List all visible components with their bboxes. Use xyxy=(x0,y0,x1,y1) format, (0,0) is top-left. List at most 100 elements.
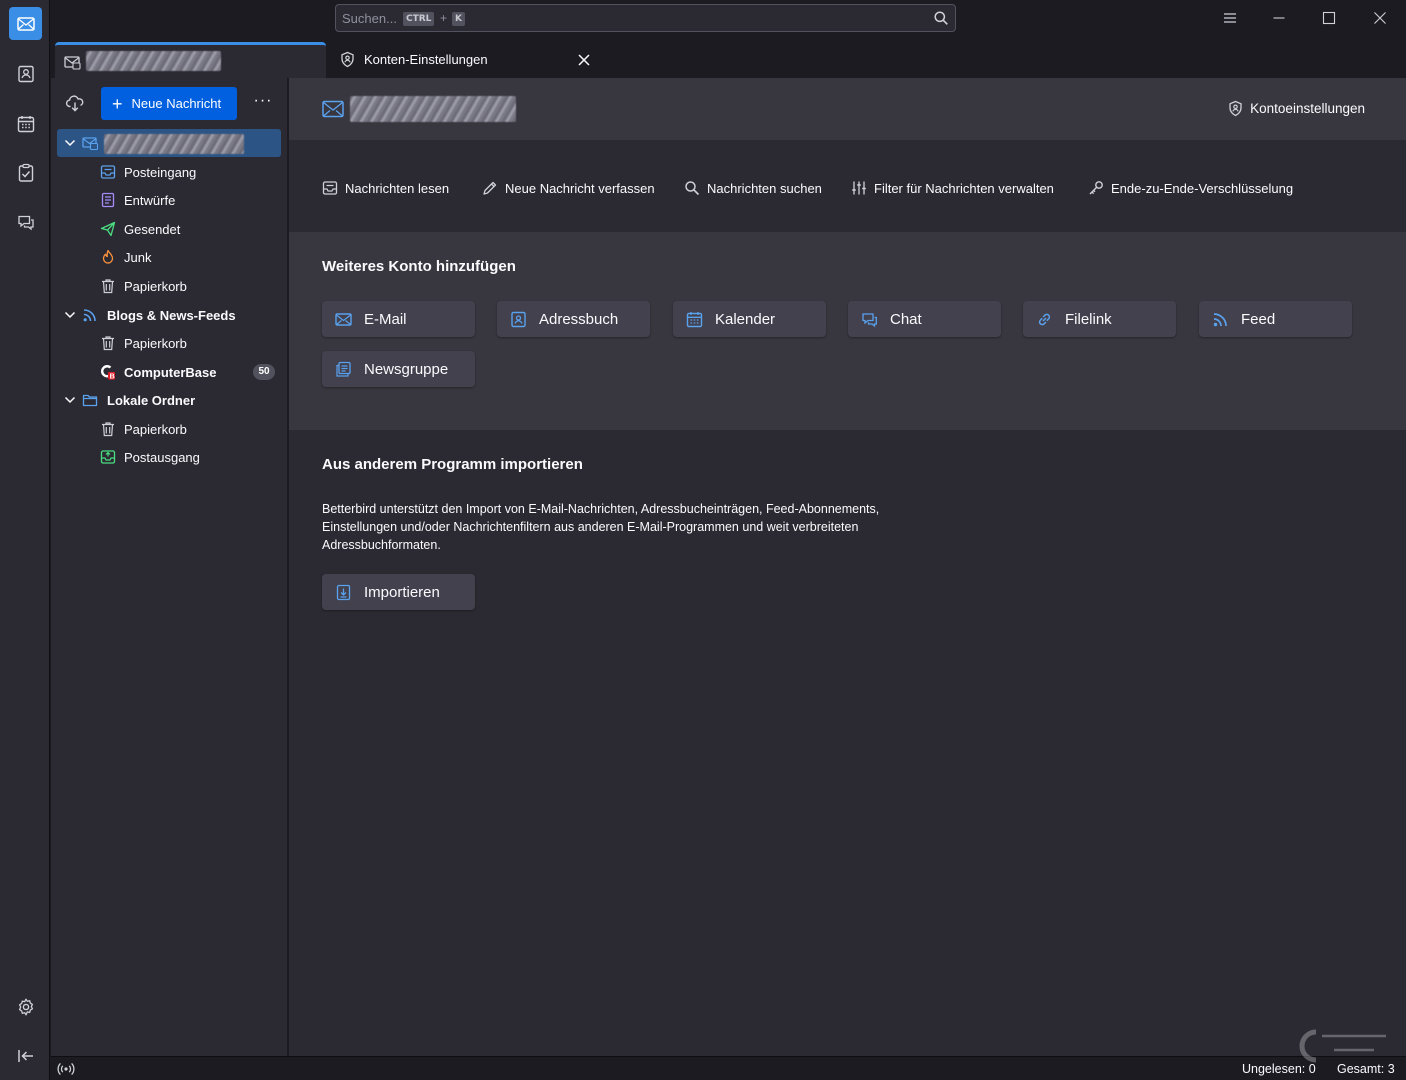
tab-strip: Konten-Einstellungen xyxy=(50,38,1406,78)
add-calendar-button[interactable]: Kalender xyxy=(673,301,826,337)
tasks-icon xyxy=(18,163,33,182)
folder-label: Papierkorb xyxy=(124,335,187,351)
import-icon xyxy=(336,584,351,600)
computerbase-watermark-logo xyxy=(1299,1029,1386,1063)
close-tab-icon[interactable] xyxy=(576,52,592,68)
maximize-icon xyxy=(1322,11,1336,25)
folder-pane: + Neue Nachricht ··· Posteingang Entwürf… xyxy=(51,78,288,1056)
search-messages-action[interactable]: Nachrichten suchen xyxy=(684,180,822,196)
tab-account-settings[interactable]: Konten-Einstellungen xyxy=(330,42,600,78)
chat-icon xyxy=(17,215,34,230)
add-filelink-button[interactable]: Filelink xyxy=(1023,301,1176,337)
folder-label: Lokale Ordner xyxy=(107,392,196,408)
folder-label: Postausgang xyxy=(124,449,200,465)
maximize-button[interactable] xyxy=(1318,8,1340,28)
import-description: Betterbird unterstützt den Import von E-… xyxy=(322,502,880,552)
e2e-encryption-action[interactable]: Ende-zu-Ende-Verschlüsselung xyxy=(1088,180,1293,196)
filter-icon xyxy=(852,181,866,195)
link-icon xyxy=(1038,313,1051,325)
minimize-icon xyxy=(1273,17,1285,19)
collapse-toolbar-button[interactable] xyxy=(9,1039,42,1072)
address-book-icon xyxy=(17,65,34,82)
online-status-icon[interactable] xyxy=(57,1061,75,1077)
folder-icon xyxy=(82,394,98,407)
add-account-label: Filelink xyxy=(1065,310,1112,328)
folder-tree-feeds-account[interactable]: Blogs & News-Feeds xyxy=(57,301,281,329)
folder-tree-local-folders[interactable]: Lokale Ordner xyxy=(57,386,281,414)
folder-tree-computerbase-feed[interactable]: B ComputerBase 50 xyxy=(57,358,281,386)
read-messages-action[interactable]: Nachrichten lesen xyxy=(322,180,449,196)
minimize-button[interactable] xyxy=(1268,8,1290,28)
import-title: Aus anderem Programm importieren xyxy=(322,456,583,473)
global-search-input[interactable]: Suchen... CTRL + K xyxy=(335,4,956,32)
folder-label: Gesendet xyxy=(124,221,181,237)
folder-tree-outbox[interactable]: Postausgang xyxy=(57,443,281,471)
add-account-label: Kalender xyxy=(715,310,776,328)
folder-label: ComputerBase xyxy=(124,364,217,380)
redacted-account-name xyxy=(86,51,221,71)
search-icon[interactable] xyxy=(933,10,949,26)
mail-space-button[interactable] xyxy=(9,7,42,40)
drafts-icon xyxy=(101,192,115,208)
computerbase-feed-icon: B xyxy=(101,365,115,380)
get-messages-icon[interactable] xyxy=(65,94,85,114)
folder-tree-junk[interactable]: Junk xyxy=(57,243,281,271)
hamburger-menu-icon xyxy=(1224,13,1236,23)
add-email-button[interactable]: E-Mail xyxy=(322,301,475,337)
chat-space-button[interactable] xyxy=(9,205,42,238)
chevron-down-icon[interactable] xyxy=(63,393,77,407)
folder-tree-trash[interactable]: Papierkorb xyxy=(57,329,281,357)
new-message-label: Neue Nachricht xyxy=(131,96,222,111)
tasks-space-button[interactable] xyxy=(9,156,42,189)
more-options-button[interactable]: ··· xyxy=(251,92,275,112)
add-feed-button[interactable]: Feed xyxy=(1199,301,1352,337)
tab-mail[interactable] xyxy=(55,42,326,78)
close-window-button[interactable] xyxy=(1369,8,1391,28)
new-message-button[interactable]: + Neue Nachricht xyxy=(101,87,237,120)
address-book-space-button[interactable] xyxy=(9,57,42,90)
chevron-down-icon[interactable] xyxy=(63,308,77,322)
app-menu-button[interactable] xyxy=(1219,8,1241,28)
read-messages-icon xyxy=(322,181,338,195)
add-chat-button[interactable]: Chat xyxy=(848,301,1001,337)
manage-filters-action[interactable]: Filter für Nachrichten verwalten xyxy=(851,180,1054,196)
account-settings-link[interactable]: Kontoeinstellungen xyxy=(1227,100,1365,117)
shortcut-plus: + xyxy=(440,11,448,25)
folder-label: Entwürfe xyxy=(124,192,176,208)
sent-icon xyxy=(100,221,116,237)
address-book-icon xyxy=(511,311,526,327)
add-address-book-button[interactable]: Adressbuch xyxy=(497,301,650,337)
email-icon xyxy=(335,312,352,326)
search-icon xyxy=(685,181,700,196)
folder-tree-drafts[interactable]: Entwürfe xyxy=(57,186,281,214)
unread-count-badge: 50 xyxy=(253,364,275,380)
import-section: Aus anderem Programm importieren Betterb… xyxy=(289,430,1406,1056)
settings-space-button[interactable] xyxy=(9,990,42,1023)
account-settings-icon xyxy=(341,51,354,68)
compose-action[interactable]: Neue Nachricht verfassen xyxy=(482,180,655,196)
plus-icon: + xyxy=(112,93,123,114)
title-bar: Suchen... CTRL + K xyxy=(50,0,1406,38)
calendar-space-button[interactable] xyxy=(9,107,42,140)
folder-tree-trash[interactable]: Papierkorb xyxy=(57,272,281,300)
mail-tab-icon xyxy=(64,56,81,70)
trash-icon xyxy=(102,336,114,351)
shortcut-key-ctrl: CTRL xyxy=(403,12,435,26)
import-button[interactable]: Importieren xyxy=(322,574,475,610)
tab-label: Konten-Einstellungen xyxy=(364,52,488,67)
shortcut-key-k: K xyxy=(452,12,465,26)
folder-tree-sent[interactable]: Gesendet xyxy=(57,215,281,243)
chevron-down-icon[interactable] xyxy=(63,136,77,150)
folder-tree-trash[interactable]: Papierkorb xyxy=(57,415,281,443)
add-newsgroup-button[interactable]: Newsgruppe xyxy=(322,351,475,387)
action-label: Nachrichten suchen xyxy=(707,180,822,196)
folder-tree-account[interactable] xyxy=(57,129,281,157)
account-settings-icon xyxy=(1229,100,1242,117)
redacted-account-name xyxy=(104,134,244,154)
folder-tree-inbox[interactable]: Posteingang xyxy=(57,158,281,186)
folder-label: Blogs & News-Feeds xyxy=(107,307,236,323)
mail-icon xyxy=(16,16,35,31)
spaces-toolbar xyxy=(0,0,50,1080)
account-mail-icon xyxy=(322,100,344,118)
action-label: Neue Nachricht verfassen xyxy=(505,180,655,196)
